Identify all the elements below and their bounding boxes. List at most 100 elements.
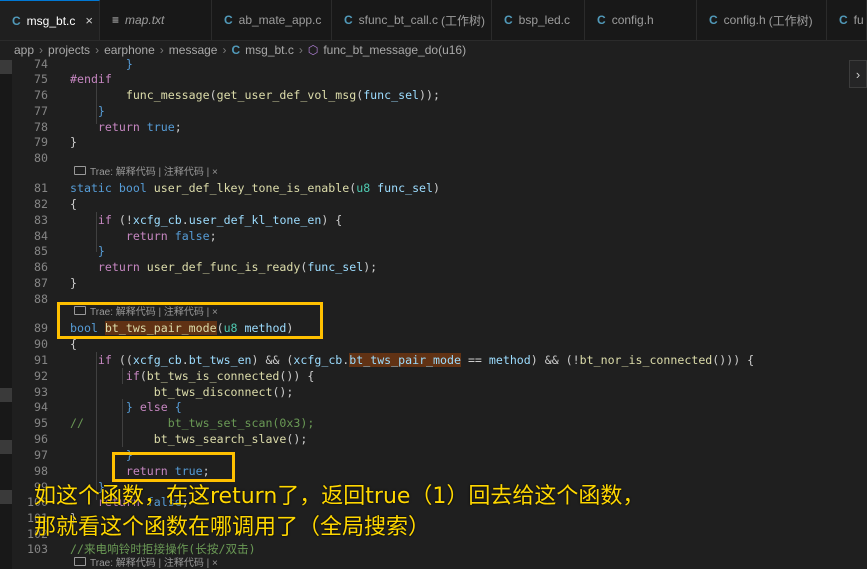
code-text: } else { xyxy=(125,400,182,414)
annotation-line-1: 如这个函数，在这return了，返回true（1）回去给这个函数， xyxy=(34,484,645,509)
line-number: 94 xyxy=(34,400,48,414)
tab-bar: Cmsg_bt.c × ≡ map.txt Cab_mate_app.c Csfunc_b… xyxy=(0,0,867,41)
line-number: 92 xyxy=(34,369,48,383)
breadcrumb-file[interactable]: msg_bt.c xyxy=(245,43,294,57)
code-line[interactable]: 74 } xyxy=(12,56,852,72)
line-number: 91 xyxy=(34,353,48,367)
line-number: 76 xyxy=(34,88,48,102)
code-line[interactable]: 91 if ((xcfg_cb.bt_tws_en) && (xcfg_cb.b… xyxy=(12,352,852,368)
code-line[interactable]: 80 xyxy=(12,150,852,166)
code-text: // bt_tws_set_scan(0x3); xyxy=(70,416,315,430)
line-number: 87 xyxy=(34,276,48,290)
tab-label: map.txt xyxy=(125,13,165,27)
c-file-icon: C xyxy=(231,43,241,57)
code-line[interactable]: 85 } xyxy=(12,243,852,259)
line-number: 82 xyxy=(34,197,48,211)
line-number: 88 xyxy=(34,292,48,306)
breadcrumb-function[interactable]: func_bt_message_do(u16) xyxy=(323,43,466,57)
code-line[interactable]: 87} xyxy=(12,275,852,291)
tab-fu[interactable]: Cfu xyxy=(827,0,867,40)
code-text: static bool user_def_lkey_tone_is_enable… xyxy=(70,181,440,195)
activity-gutter xyxy=(0,60,12,569)
tab-suffix: (工作树) xyxy=(441,13,486,28)
code-line[interactable]: 82 { xyxy=(12,196,852,212)
expand-panel-button[interactable]: › xyxy=(849,60,867,88)
breadcrumb-item[interactable]: projects xyxy=(48,43,90,57)
code-text: #endif xyxy=(70,72,112,86)
breadcrumb-separator: › xyxy=(39,43,44,57)
tab-ab-mate-app-c[interactable]: Cab_mate_app.c xyxy=(212,0,332,40)
c-file-icon: C xyxy=(708,13,718,27)
tab-label: bsp_led.c xyxy=(518,13,571,27)
tab-config-h[interactable]: Cconfig.h xyxy=(585,0,697,40)
breadcrumb-item[interactable]: message xyxy=(169,43,218,57)
breadcrumb-separator: › xyxy=(298,43,303,57)
c-file-icon: C xyxy=(223,13,233,27)
gutter-marker xyxy=(0,440,12,454)
line-number: 95 xyxy=(34,416,48,430)
breadcrumb-separator: › xyxy=(159,43,164,57)
code-line[interactable]: 81 static bool user_def_lkey_tone_is_enab… xyxy=(12,180,852,196)
code-line[interactable]: 75 #endif xyxy=(12,71,852,87)
code-line[interactable]: 78 return true; xyxy=(12,119,852,135)
tab-label: config.h xyxy=(611,13,654,27)
c-file-icon: C xyxy=(503,13,513,27)
code-text: } xyxy=(97,104,105,118)
breadcrumb-item[interactable]: app xyxy=(14,43,34,57)
chat-icon xyxy=(74,556,86,566)
code-line[interactable]: 96 bt_tws_search_slave(); xyxy=(12,431,852,447)
code-line[interactable]: 86 return user_def_func_is_ready(func_se… xyxy=(12,259,852,275)
code-text: bt_tws_disconnect(); xyxy=(153,385,294,399)
line-number: 90 xyxy=(34,337,48,351)
code-line[interactable]: 103 //来电响铃时拒接操作(长按/双击) xyxy=(12,541,852,557)
highlight-box-function-signature xyxy=(57,302,323,339)
line-number: 83 xyxy=(34,213,48,227)
line-number: 74 xyxy=(34,57,48,71)
code-line[interactable]: 84 return false; xyxy=(12,228,852,244)
line-number: 79 xyxy=(34,135,48,149)
tab-label: config.h xyxy=(723,13,766,27)
code-line[interactable]: 95 // bt_tws_set_scan(0x3); xyxy=(12,415,852,431)
code-line[interactable]: 94 } else { xyxy=(12,399,852,415)
tab-suffix: (工作树) xyxy=(768,13,813,28)
breadcrumb-separator: › xyxy=(95,43,100,57)
code-line[interactable]: 93 bt_tws_disconnect(); xyxy=(12,384,852,400)
code-line[interactable]: 79} xyxy=(12,134,852,150)
tab-map-txt[interactable]: ≡ map.txt xyxy=(100,0,212,40)
line-number: 77 xyxy=(34,104,48,118)
code-text: } xyxy=(125,57,133,71)
c-file-icon: C xyxy=(838,13,848,27)
c-file-icon: C xyxy=(12,13,21,28)
line-number: 81 xyxy=(34,181,48,195)
gutter-marker xyxy=(0,60,12,74)
code-line[interactable]: 76 func_message(get_user_def_vol_msg(fun… xyxy=(12,87,852,103)
code-line[interactable]: 77 } xyxy=(12,103,852,119)
line-number: 86 xyxy=(34,260,48,274)
code-text: func_message(get_user_def_vol_msg(func_s… xyxy=(125,88,440,102)
code-line[interactable]: 92 if(bt_tws_is_connected()) { xyxy=(12,368,852,384)
code-text: //来电响铃时拒接操作(长按/双击) xyxy=(70,542,256,556)
line-number: 89 xyxy=(34,321,48,335)
function-icon: ⬡ xyxy=(307,43,319,57)
code-text: if ((xcfg_cb.bt_tws_en) && (xcfg_cb.bt_t… xyxy=(97,353,755,367)
line-number: 78 xyxy=(34,120,48,134)
code-text: if(bt_tws_is_connected()) { xyxy=(125,369,315,383)
annotation-line-2: 那就看这个函数在哪调用了（全局搜索） xyxy=(34,515,431,540)
tab-sfunc-bt-call-c[interactable]: Csfunc_bt_call.c (工作树) xyxy=(332,0,492,40)
code-line[interactable]: 83 if (!xcfg_cb.user_def_kl_tone_en) { xyxy=(12,212,852,228)
text-file-icon: ≡ xyxy=(112,13,120,27)
tab-msg-bt-c[interactable]: Cmsg_bt.c × xyxy=(0,0,100,40)
line-number: 75 xyxy=(34,72,48,86)
breadcrumb-separator: › xyxy=(222,43,227,57)
tab-config-h[interactable]: Cconfig.h (工作树) xyxy=(697,0,827,40)
code-text: if (!xcfg_cb.user_def_kl_tone_en) { xyxy=(97,213,343,227)
close-icon[interactable]: × xyxy=(85,13,93,28)
tab-bsp-led-c[interactable]: Cbsp_led.c xyxy=(492,0,586,40)
gutter-marker xyxy=(0,490,12,504)
code-text: return false; xyxy=(125,229,217,243)
chevron-right-icon: › xyxy=(855,66,861,82)
code-text: bt_tws_search_slave(); xyxy=(153,432,308,446)
c-file-icon: C xyxy=(597,13,606,27)
breadcrumb-item[interactable]: earphone xyxy=(104,43,155,57)
c-file-icon: C xyxy=(343,13,353,27)
